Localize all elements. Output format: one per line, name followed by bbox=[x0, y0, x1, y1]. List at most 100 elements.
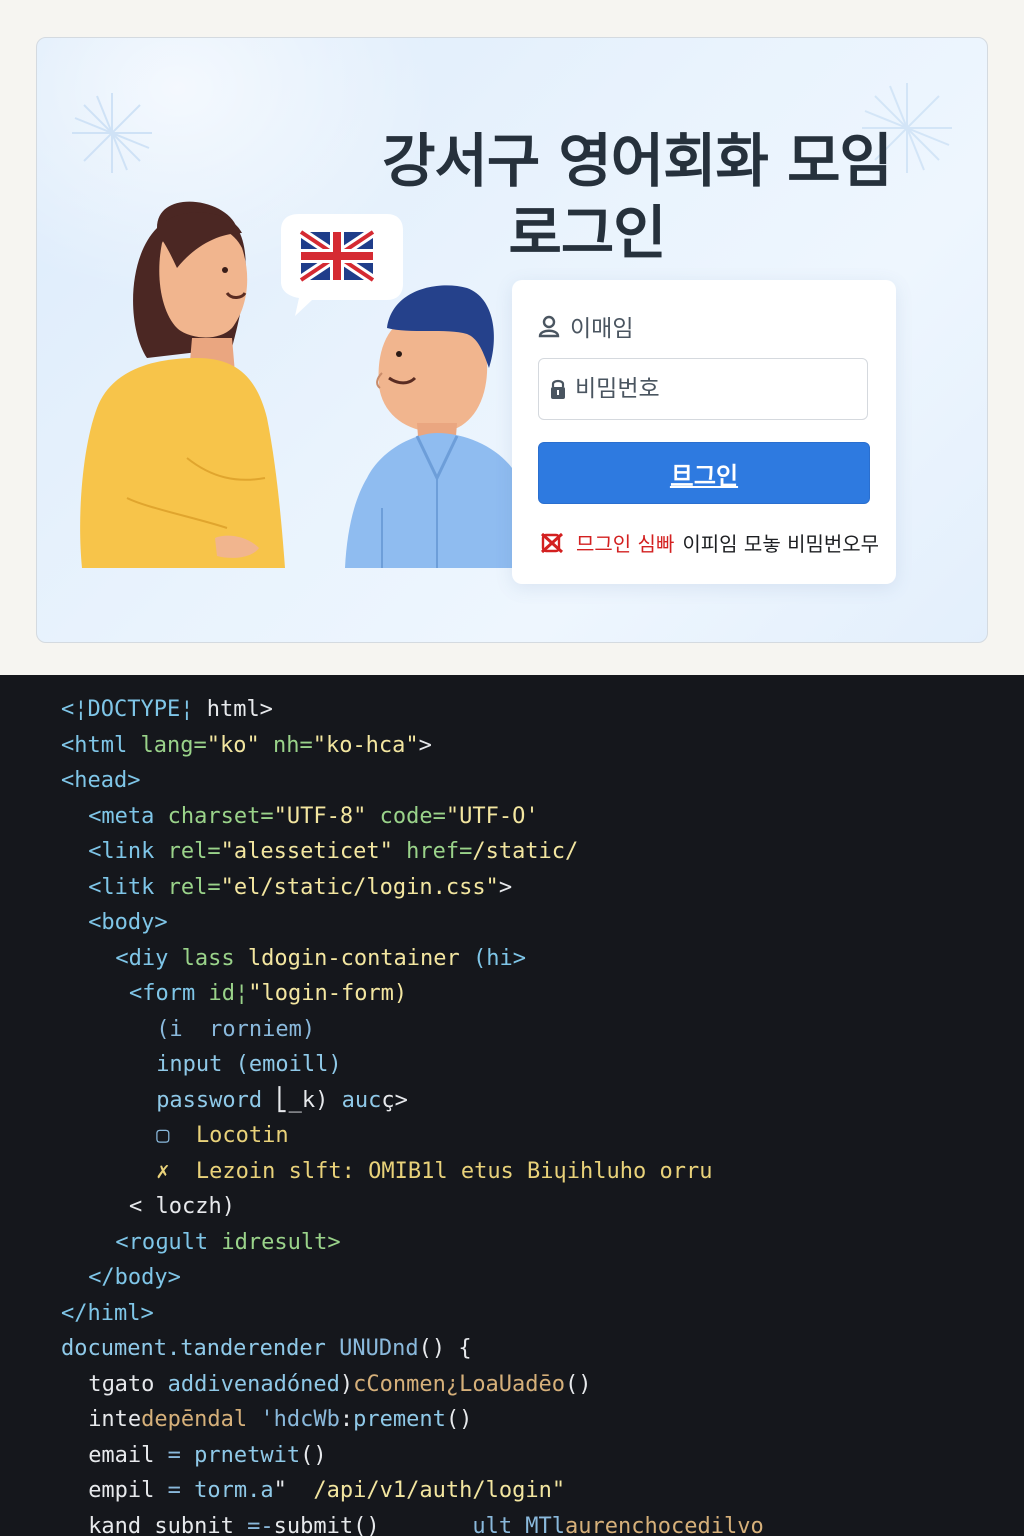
code-token: submit() bbox=[273, 1513, 473, 1536]
code-token: </body> bbox=[88, 1265, 181, 1290]
code-line: ✗ Lezoin slft: OMIB1l etus Biɥihluho orr… bbox=[156, 1157, 712, 1187]
code-line: <link rel="alesseticet" href=/static/ bbox=[88, 837, 578, 867]
code-token: UNUDnd bbox=[339, 1336, 419, 1361]
code-line: </body> bbox=[88, 1263, 181, 1293]
code-token: charset= bbox=[167, 803, 274, 829]
login-hero-card: 강서구 영어회화 모임 로그인 이매임 旦그인 므그인 심빠 이피임 모놓 비밈… bbox=[36, 37, 988, 643]
code-token: () bbox=[300, 1442, 327, 1468]
code-token: Locotin bbox=[195, 1123, 289, 1148]
code-token: <link bbox=[88, 839, 168, 864]
code-line: <diy lass ldogin-container (hi> bbox=[115, 944, 526, 974]
code-line: <html lang="ko" nh="ko-hca"> bbox=[61, 731, 432, 761]
code-token: document.tanderender bbox=[61, 1336, 340, 1361]
code-line: kand subnit =-submit() ult MTlaurenchoce… bbox=[88, 1512, 764, 1536]
login-error-message: 므그인 심빠 이피임 모놓 비밈번오무 bbox=[540, 528, 879, 557]
uk-flag-icon bbox=[298, 227, 376, 285]
password-field[interactable] bbox=[538, 358, 868, 420]
code-token: "ko" bbox=[206, 732, 273, 758]
code-token: id¦ bbox=[208, 981, 249, 1006]
code-token: <¦DOCTYPE¦ bbox=[61, 697, 207, 722]
code-token: (hi> bbox=[473, 945, 527, 971]
login-button[interactable]: 旦그인 bbox=[538, 442, 870, 504]
code-token: <diy bbox=[115, 945, 182, 971]
code-token: =- bbox=[247, 1513, 274, 1536]
code-token: auc bbox=[341, 1087, 382, 1113]
password-input[interactable] bbox=[575, 376, 855, 402]
code-token: 'hdcWb bbox=[260, 1407, 340, 1432]
code-token: rel= bbox=[167, 874, 221, 900]
code-token: : bbox=[339, 1407, 354, 1432]
code-token: "el/static/login.css" bbox=[220, 874, 499, 900]
code-token: nh= bbox=[272, 732, 313, 758]
code-editor: <¦DOCTYPE¦ html> <html lang="ko" nh="ko-h… bbox=[0, 675, 1024, 1536]
code-line: ▢ Locotin bbox=[156, 1121, 288, 1151]
code-token: empil bbox=[88, 1478, 168, 1503]
code-token: ) bbox=[339, 1371, 354, 1397]
code-token: ⎣_k) bbox=[275, 1087, 342, 1113]
man-figure bbox=[345, 285, 512, 568]
code-token: ç> bbox=[381, 1087, 408, 1113]
code-token: </himl> bbox=[61, 1300, 154, 1326]
code-token: <form bbox=[129, 981, 209, 1006]
code-token: "UTF-8" bbox=[273, 803, 380, 829]
code-token: <body> bbox=[88, 910, 168, 935]
code-token: ult MTl bbox=[472, 1513, 566, 1536]
code-line: <litk rel="el/static/login.css"> bbox=[88, 873, 512, 903]
code-line: password ⎣_k) aucç> bbox=[156, 1086, 408, 1116]
code-line: <¦DOCTYPE¦ html> bbox=[61, 695, 273, 725]
code-token: > bbox=[418, 732, 432, 758]
code-token: <head> bbox=[61, 768, 141, 793]
code-token: prement bbox=[353, 1407, 446, 1432]
login-form: 이매임 旦그인 므그인 심빠 이피임 모놓 비밈번오무 bbox=[512, 280, 896, 584]
code-token: <meta bbox=[88, 803, 168, 829]
code-token: torm.a bbox=[194, 1478, 274, 1503]
code-token: > bbox=[498, 874, 513, 900]
lock-icon bbox=[551, 379, 565, 399]
code-token: " bbox=[273, 1478, 314, 1503]
code-line: <head> bbox=[61, 766, 140, 796]
code-token: <html bbox=[61, 732, 141, 758]
code-token: <roɡult bbox=[115, 1229, 222, 1255]
code-line: input (emoill) bbox=[156, 1050, 341, 1080]
code-token: inte bbox=[88, 1407, 142, 1432]
code-token: () { bbox=[418, 1336, 472, 1361]
code-line: < loczh) bbox=[129, 1192, 235, 1222]
code-token: "UTF-O' bbox=[445, 803, 539, 829]
woman-figure bbox=[80, 201, 285, 568]
code-line: tɡato addivenadóned)cConmen¿LoaUadēo() bbox=[88, 1370, 591, 1400]
code-token: tɡato bbox=[88, 1371, 168, 1397]
code-line: (i rorniem) bbox=[156, 1015, 315, 1045]
code-token: "login-form) bbox=[248, 981, 408, 1006]
code-line: </himl> bbox=[61, 1299, 154, 1329]
code-token: aurenchocedilvo bbox=[565, 1513, 764, 1536]
code-token: idresult> bbox=[221, 1229, 341, 1255]
code-token: depēndal bbox=[141, 1407, 261, 1432]
error-x-icon bbox=[540, 532, 564, 553]
code-token: <litk bbox=[88, 874, 168, 900]
code-token: /api/v1/auth/login" bbox=[313, 1478, 566, 1503]
code-line: <body> bbox=[88, 908, 167, 938]
code-token: (i rorniem) bbox=[156, 1016, 316, 1042]
code-token: lang= bbox=[140, 732, 207, 758]
code-token: = bbox=[167, 1442, 195, 1468]
code-token: cConmen¿LoaUadēo bbox=[353, 1371, 566, 1397]
code-token: href= bbox=[406, 839, 473, 864]
code-line: document.tanderender UNUDnd() { bbox=[61, 1334, 472, 1364]
email-field[interactable]: 이매임 bbox=[538, 308, 633, 344]
user-icon bbox=[538, 315, 560, 338]
code-token: rel= bbox=[167, 839, 221, 864]
code-token: input (emoill) bbox=[156, 1052, 342, 1077]
error-prefix: 므그인 심빠 bbox=[576, 532, 675, 556]
code-token: ▢ bbox=[156, 1123, 196, 1148]
code-token: ldogin-container bbox=[247, 945, 474, 971]
speech-bubble bbox=[281, 214, 403, 316]
code-token: prnetwit bbox=[194, 1442, 301, 1468]
error-text: 이피임 모놓 비밈번오무 bbox=[682, 532, 880, 556]
code-token: /static/ bbox=[472, 839, 579, 864]
code-token: password bbox=[156, 1087, 276, 1113]
code-line: email = prnetwit() bbox=[88, 1441, 326, 1471]
code-token: html> bbox=[206, 697, 273, 722]
code-token: code= bbox=[379, 803, 446, 829]
code-token: ✗ Lezoin slft: OMIB1l etus Biɥihluho orr… bbox=[156, 1158, 713, 1184]
code-token: lass bbox=[181, 945, 248, 971]
